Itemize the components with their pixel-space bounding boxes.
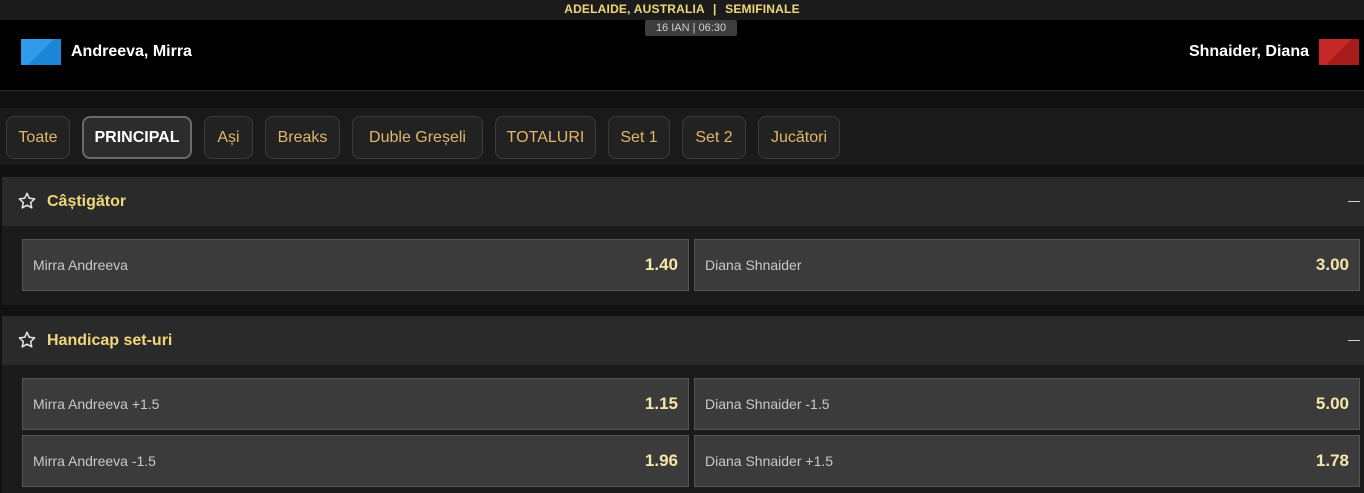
- odd-button[interactable]: Mirra Andreeva -1.5 1.96: [22, 435, 689, 487]
- away-team: Shnaider, Diana: [1189, 39, 1359, 65]
- tab-breaks[interactable]: Breaks: [265, 116, 340, 159]
- home-flag-icon: [21, 39, 61, 65]
- odd-value: 1.78: [1315, 451, 1349, 470]
- match-header: 16 IAN | 06:30 Andreeva, Mirra Shnaider,…: [0, 20, 1364, 91]
- odd-value: 3.00: [1315, 255, 1349, 274]
- tab-asi[interactable]: Ași: [204, 116, 253, 159]
- away-team-name: Shnaider, Diana: [1188, 43, 1309, 60]
- odd-value: 1.15: [644, 394, 678, 413]
- odd-button[interactable]: Mirra Andreeva +1.5 1.15: [22, 378, 689, 430]
- odd-value: 1.96: [644, 451, 678, 470]
- tab-jucatori[interactable]: Jucători: [758, 116, 840, 159]
- odd-button[interactable]: Mirra Andreeva 1.40: [22, 239, 689, 291]
- selection-label: Diana Shnaider -1.5: [705, 396, 830, 412]
- odd-button[interactable]: Diana Shnaider -1.5 5.00: [694, 378, 1360, 430]
- tab-set-2[interactable]: Set 2: [682, 116, 746, 159]
- tab-principal[interactable]: PRINCIPAL: [82, 116, 192, 159]
- match-datetime: 16 IAN | 06:30: [645, 20, 737, 36]
- event-title: ADELAIDE, AUSTRALIA | SEMIFINALE: [0, 2, 1364, 16]
- selection-label: Diana Shnaider +1.5: [705, 453, 834, 469]
- away-flag-icon: [1319, 39, 1359, 65]
- market-handicap-set-uri: Handicap set-uri Mirra Andreeva +1.5 1.1…: [2, 316, 1364, 493]
- star-icon[interactable]: [17, 191, 37, 211]
- selection-label: Diana Shnaider: [705, 257, 802, 273]
- home-team-name: Andreeva, Mirra: [71, 43, 192, 60]
- tab-totaluri[interactable]: TOTALURI: [495, 116, 596, 159]
- selection-label: Mirra Andreeva +1.5: [33, 396, 160, 412]
- home-team: Andreeva, Mirra: [21, 39, 192, 65]
- event-location: ADELAIDE, AUSTRALIA: [564, 2, 705, 16]
- collapse-icon[interactable]: [1348, 201, 1360, 202]
- collapse-icon[interactable]: [1348, 340, 1360, 341]
- market-title: Handicap set-uri: [47, 332, 173, 349]
- market-header[interactable]: Câștigător: [2, 177, 1364, 226]
- tab-duble-greseli[interactable]: Duble Greșeli: [352, 116, 483, 159]
- odd-button[interactable]: Diana Shnaider 3.00: [694, 239, 1360, 291]
- market-title: Câștigător: [47, 193, 127, 210]
- market-header[interactable]: Handicap set-uri: [2, 316, 1364, 365]
- star-icon[interactable]: [17, 330, 37, 350]
- event-round: SEMIFINALE: [725, 2, 800, 16]
- market-tabs: Toate PRINCIPAL Ași Breaks Duble Greșeli…: [0, 108, 1364, 165]
- odd-value: 5.00: [1315, 394, 1349, 413]
- odd-value: 1.40: [644, 255, 678, 274]
- tab-set-1[interactable]: Set 1: [608, 116, 670, 159]
- market-castigator: Câștigător Mirra Andreeva 1.40 Diana Shn…: [2, 177, 1364, 305]
- tab-toate[interactable]: Toate: [6, 116, 70, 159]
- odd-button[interactable]: Diana Shnaider +1.5 1.78: [694, 435, 1360, 487]
- selection-label: Mirra Andreeva -1.5: [33, 453, 156, 469]
- event-separator: |: [713, 2, 717, 16]
- selection-label: Mirra Andreeva: [33, 257, 128, 273]
- event-bar: ADELAIDE, AUSTRALIA | SEMIFINALE: [0, 0, 1364, 20]
